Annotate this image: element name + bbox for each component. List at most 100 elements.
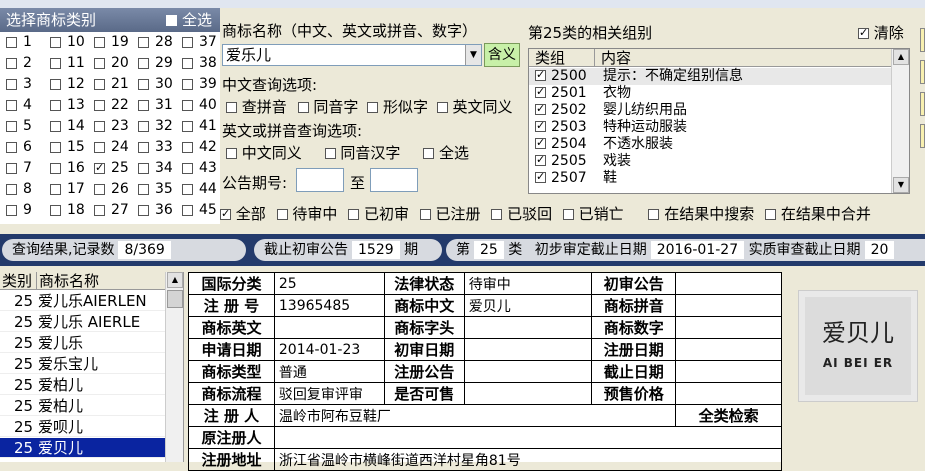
class-checkbox-1[interactable]: 1 (0, 32, 32, 52)
clear-groups[interactable]: 清除 (858, 22, 904, 43)
period-to-input[interactable] (370, 168, 418, 192)
filter-cancelled[interactable]: 已销亡 (562, 205, 624, 223)
search-in-results[interactable]: 在结果中搜索 (648, 205, 754, 223)
select-all-classes[interactable]: 全选 (166, 8, 212, 32)
group-list-scrollbar[interactable]: ▲ ▼ (891, 49, 909, 193)
group-checkbox[interactable] (535, 152, 546, 168)
result-row[interactable]: 25 爱乐宝儿 (0, 354, 166, 374)
class-checkbox-45[interactable]: 45 (176, 200, 217, 220)
checkbox[interactable] (50, 78, 61, 90)
checkbox[interactable] (94, 120, 105, 132)
period-from-input[interactable] (296, 168, 344, 192)
class-checkbox-31[interactable]: 31 (132, 95, 173, 115)
checkbox[interactable] (6, 162, 17, 174)
scroll-up-icon[interactable]: ▲ (893, 49, 909, 65)
option-en-synonym[interactable]: 英文同义 (436, 98, 513, 116)
filter-all[interactable]: 全部 (220, 205, 266, 223)
class-checkbox-32[interactable]: 32 (132, 116, 173, 136)
group-checkbox[interactable] (535, 169, 546, 185)
class-checkbox-39[interactable]: 39 (176, 74, 217, 94)
checkbox[interactable] (50, 183, 61, 195)
checkbox[interactable] (50, 162, 61, 174)
group-row[interactable]: 2503 特种运动服装 (529, 118, 891, 136)
checkbox[interactable] (94, 183, 105, 195)
checkbox[interactable] (6, 99, 17, 111)
option-pinyin[interactable]: 查拼音 (226, 98, 287, 116)
class-checkbox-38[interactable]: 38 (176, 53, 217, 73)
class-checkbox-19[interactable]: 19 (88, 32, 129, 52)
checkbox[interactable] (182, 78, 193, 90)
checkbox[interactable] (138, 36, 149, 48)
group-checkbox[interactable] (535, 118, 546, 134)
dropdown-arrow-icon[interactable]: ▼ (465, 45, 481, 65)
option-cn-synonym[interactable]: 中文同义 (226, 144, 302, 162)
checkbox[interactable] (182, 57, 193, 69)
checkbox[interactable] (6, 57, 17, 69)
col-name[interactable]: 商标名称 (36, 272, 99, 290)
checkbox[interactable] (182, 141, 193, 153)
class-checkbox-37[interactable]: 37 (176, 32, 217, 52)
flow-value[interactable]: 驳回复审评审 (273, 382, 385, 405)
class-checkbox-14[interactable]: 14 (44, 116, 85, 136)
class-checkbox-40[interactable]: 40 (176, 95, 217, 115)
result-row[interactable]: 25 爱儿乐 (0, 333, 166, 353)
checkbox[interactable] (6, 36, 17, 48)
checkbox[interactable] (50, 99, 61, 111)
class-checkbox-21[interactable]: 21 (88, 74, 129, 94)
group-row[interactable]: 2505 戏装 (529, 152, 891, 170)
class-checkbox-36[interactable]: 36 (132, 200, 173, 220)
class-checkbox-26[interactable]: 26 (88, 179, 129, 199)
class-checkbox-29[interactable]: 29 (132, 53, 173, 73)
group-row[interactable]: 2504 不透水服装 (529, 135, 891, 153)
filter-rejected[interactable]: 已驳回 (491, 205, 552, 223)
class-checkbox-33[interactable]: 33 (132, 137, 173, 157)
class-checkbox-30[interactable]: 30 (132, 74, 173, 94)
class-checkbox-5[interactable]: 5 (0, 116, 32, 136)
checkbox[interactable] (182, 99, 193, 111)
class-checkbox-4[interactable]: 4 (0, 95, 32, 115)
class-checkbox-20[interactable]: 20 (88, 53, 129, 73)
class-checkbox-15[interactable]: 15 (44, 137, 85, 157)
class-checkbox-35[interactable]: 35 (132, 179, 173, 199)
class-checkbox-24[interactable]: 24 (88, 137, 129, 157)
filter-registered[interactable]: 已注册 (419, 205, 481, 223)
col-class[interactable]: 类别 (2, 272, 32, 290)
checkbox[interactable] (94, 99, 105, 111)
class-checkbox-22[interactable]: 22 (88, 95, 129, 115)
class-checkbox-2[interactable]: 2 (0, 53, 32, 73)
checkbox[interactable] (138, 183, 149, 195)
class-checkbox-7[interactable]: 7 (0, 158, 32, 178)
filter-prelim[interactable]: 已初审 (348, 205, 409, 223)
checkbox[interactable] (94, 36, 105, 48)
class-checkbox-25[interactable]: 25 (88, 158, 129, 178)
checkbox[interactable] (138, 120, 149, 132)
filter-pending[interactable]: 待审中 (276, 205, 337, 223)
group-checkbox[interactable] (535, 135, 546, 151)
result-row[interactable]: 25 爱呗儿 (0, 417, 166, 437)
class-checkbox-16[interactable]: 16 (44, 158, 85, 178)
checkbox[interactable] (94, 141, 105, 153)
class-checkbox-6[interactable]: 6 (0, 137, 32, 157)
checkbox[interactable] (6, 204, 17, 216)
checkbox[interactable] (50, 120, 61, 132)
merge-in-results[interactable]: 在结果中合并 (765, 205, 871, 223)
class-checkbox-42[interactable]: 42 (176, 137, 217, 157)
result-row[interactable]: 25 爱柏儿 (0, 396, 166, 416)
option-select-all[interactable]: 全选 (423, 144, 469, 162)
group-row[interactable]: 2500 提示：不确定组别信息 (529, 67, 891, 85)
result-row[interactable]: 25 爱儿乐AIERLEN (0, 291, 166, 311)
checkbox[interactable] (6, 141, 17, 153)
checkbox[interactable] (6, 183, 17, 195)
checkbox[interactable] (50, 36, 61, 48)
group-row[interactable]: 2507 鞋 (529, 169, 891, 187)
all-class-search-button[interactable]: 全类检索 (675, 404, 782, 427)
group-checkbox[interactable] (535, 67, 546, 83)
checkbox[interactable] (182, 162, 193, 174)
option-homophone[interactable]: 同音字 (297, 98, 358, 116)
group-checkbox[interactable] (535, 84, 546, 100)
result-row[interactable]: 25 爱柏儿 (0, 375, 166, 395)
class-checkbox-34[interactable]: 34 (132, 158, 173, 178)
checkbox[interactable] (182, 204, 193, 216)
checkbox[interactable] (94, 160, 105, 176)
scroll-thumb[interactable] (167, 290, 183, 308)
